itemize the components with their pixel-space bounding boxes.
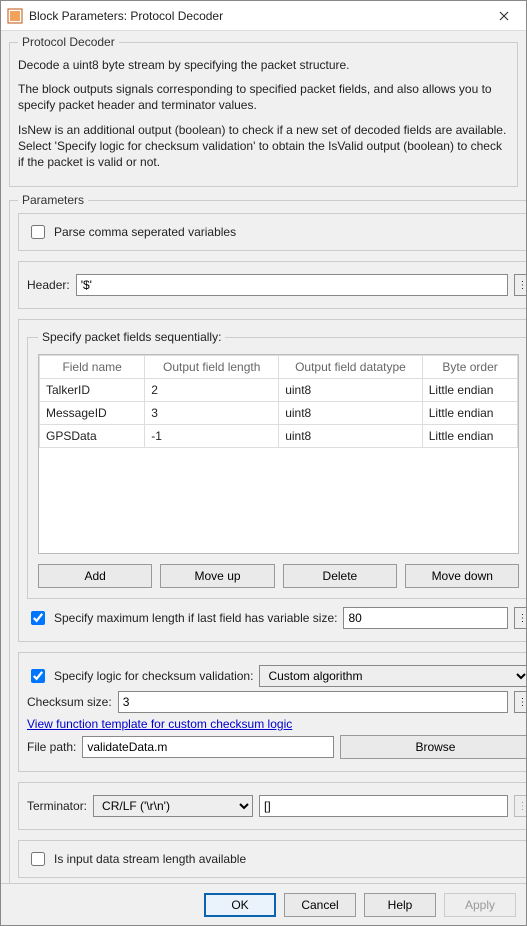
streamlen-panel: Is input data stream length available	[18, 840, 526, 878]
header-panel: Header: ⋮	[18, 261, 526, 309]
description-2: The block outputs signals corresponding …	[18, 81, 509, 113]
parse-csv-panel: Parse comma seperated variables	[18, 213, 526, 251]
title-text: Block Parameters: Protocol Decoder	[29, 9, 481, 23]
streamlen-checkbox[interactable]: Is input data stream length available	[27, 849, 526, 869]
titlebar: Block Parameters: Protocol Decoder	[1, 1, 526, 31]
checksum-input[interactable]	[31, 669, 45, 683]
browse-button[interactable]: Browse	[340, 735, 526, 759]
fields-legend: Specify packet fields sequentially:	[38, 330, 225, 344]
table-header-row: Field name Output field length Output fi…	[40, 356, 518, 379]
streamlen-input[interactable]	[31, 852, 45, 866]
table-row[interactable]: GPSData -1 uint8 Little endian	[40, 425, 518, 448]
ok-button[interactable]: OK	[204, 893, 276, 917]
packet-fields-panel: Specify packet fields sequentially: Fiel…	[18, 319, 526, 642]
cell-type[interactable]: uint8	[279, 402, 423, 425]
block-name-legend: Protocol Decoder	[18, 35, 119, 49]
table-row[interactable]: TalkerID 2 uint8 Little endian	[40, 379, 518, 402]
description-1: Decode a uint8 byte stream by specifying…	[18, 57, 509, 73]
filepath-input[interactable]	[82, 736, 334, 758]
close-button[interactable]	[481, 1, 526, 31]
terminator-panel: Terminator: CR/LF ('\r\n') ⋮	[18, 782, 526, 830]
block-description-group: Protocol Decoder Decode a uint8 byte str…	[9, 35, 518, 187]
checksum-size-more-icon[interactable]: ⋮	[514, 691, 526, 713]
terminator-select[interactable]: CR/LF ('\r\n')	[93, 795, 253, 817]
delete-button[interactable]: Delete	[283, 564, 397, 588]
cell-len[interactable]: 2	[145, 379, 279, 402]
maxlen-label: Specify maximum length if last field has…	[54, 611, 337, 625]
checksum-checkbox[interactable]: Specify logic for checksum validation:	[27, 666, 253, 686]
maxlen-checkbox[interactable]: Specify maximum length if last field has…	[27, 608, 337, 628]
maxlen-value-input[interactable]	[343, 607, 508, 629]
parameters-legend: Parameters	[18, 193, 88, 207]
checksum-panel: Specify logic for checksum validation: C…	[18, 652, 526, 772]
parameters-group: Parameters Parse comma seperated variabl…	[9, 193, 526, 883]
checksum-template-link[interactable]: View function template for custom checks…	[27, 717, 292, 731]
cell-len[interactable]: 3	[145, 402, 279, 425]
terminator-more-icon: ⋮	[514, 795, 526, 817]
checksum-size-input[interactable]	[118, 691, 509, 713]
dialog-footer: OK Cancel Help Apply	[1, 883, 526, 925]
cell-order[interactable]: Little endian	[422, 379, 518, 402]
cell-order[interactable]: Little endian	[422, 402, 518, 425]
col-byte-order: Byte order	[422, 356, 518, 379]
description-3: IsNew is an additional output (boolean) …	[18, 122, 509, 171]
move-up-button[interactable]: Move up	[160, 564, 274, 588]
checksum-algo-select[interactable]: Custom algorithm	[259, 665, 526, 687]
terminator-label: Terminator:	[27, 799, 87, 813]
fields-table-wrap[interactable]: Field name Output field length Output fi…	[38, 354, 519, 554]
checksum-size-label: Checksum size:	[27, 695, 112, 709]
apply-button: Apply	[444, 893, 516, 917]
cell-type[interactable]: uint8	[279, 425, 423, 448]
cell-name[interactable]: MessageID	[40, 402, 145, 425]
cell-order[interactable]: Little endian	[422, 425, 518, 448]
col-output-length: Output field length	[145, 356, 279, 379]
terminator-custom-input[interactable]	[259, 795, 508, 817]
fields-table: Field name Output field length Output fi…	[39, 355, 518, 448]
dialog-body: Protocol Decoder Decode a uint8 byte str…	[1, 31, 526, 883]
fields-inner-group: Specify packet fields sequentially: Fiel…	[27, 330, 526, 599]
parse-csv-checkbox[interactable]: Parse comma seperated variables	[27, 222, 526, 242]
move-down-button[interactable]: Move down	[405, 564, 519, 588]
cancel-button[interactable]: Cancel	[284, 893, 356, 917]
cell-name[interactable]: GPSData	[40, 425, 145, 448]
help-button[interactable]: Help	[364, 893, 436, 917]
cell-name[interactable]: TalkerID	[40, 379, 145, 402]
cell-type[interactable]: uint8	[279, 379, 423, 402]
checksum-label: Specify logic for checksum validation:	[54, 669, 253, 683]
add-button[interactable]: Add	[38, 564, 152, 588]
maxlen-more-icon[interactable]: ⋮	[514, 607, 526, 629]
streamlen-label: Is input data stream length available	[54, 852, 246, 866]
col-output-datatype: Output field datatype	[279, 356, 423, 379]
dialog-window: Block Parameters: Protocol Decoder Proto…	[0, 0, 527, 926]
app-icon	[7, 8, 23, 24]
table-row[interactable]: MessageID 3 uint8 Little endian	[40, 402, 518, 425]
fields-button-row: Add Move up Delete Move down	[38, 564, 519, 588]
maxlen-input[interactable]	[31, 611, 45, 625]
col-field-name: Field name	[40, 356, 145, 379]
parse-csv-input[interactable]	[31, 225, 45, 239]
filepath-label: File path:	[27, 740, 76, 754]
parse-csv-label: Parse comma seperated variables	[54, 225, 236, 239]
header-label: Header:	[27, 278, 70, 292]
cell-len[interactable]: -1	[145, 425, 279, 448]
header-input[interactable]	[76, 274, 509, 296]
header-more-icon[interactable]: ⋮	[514, 274, 526, 296]
